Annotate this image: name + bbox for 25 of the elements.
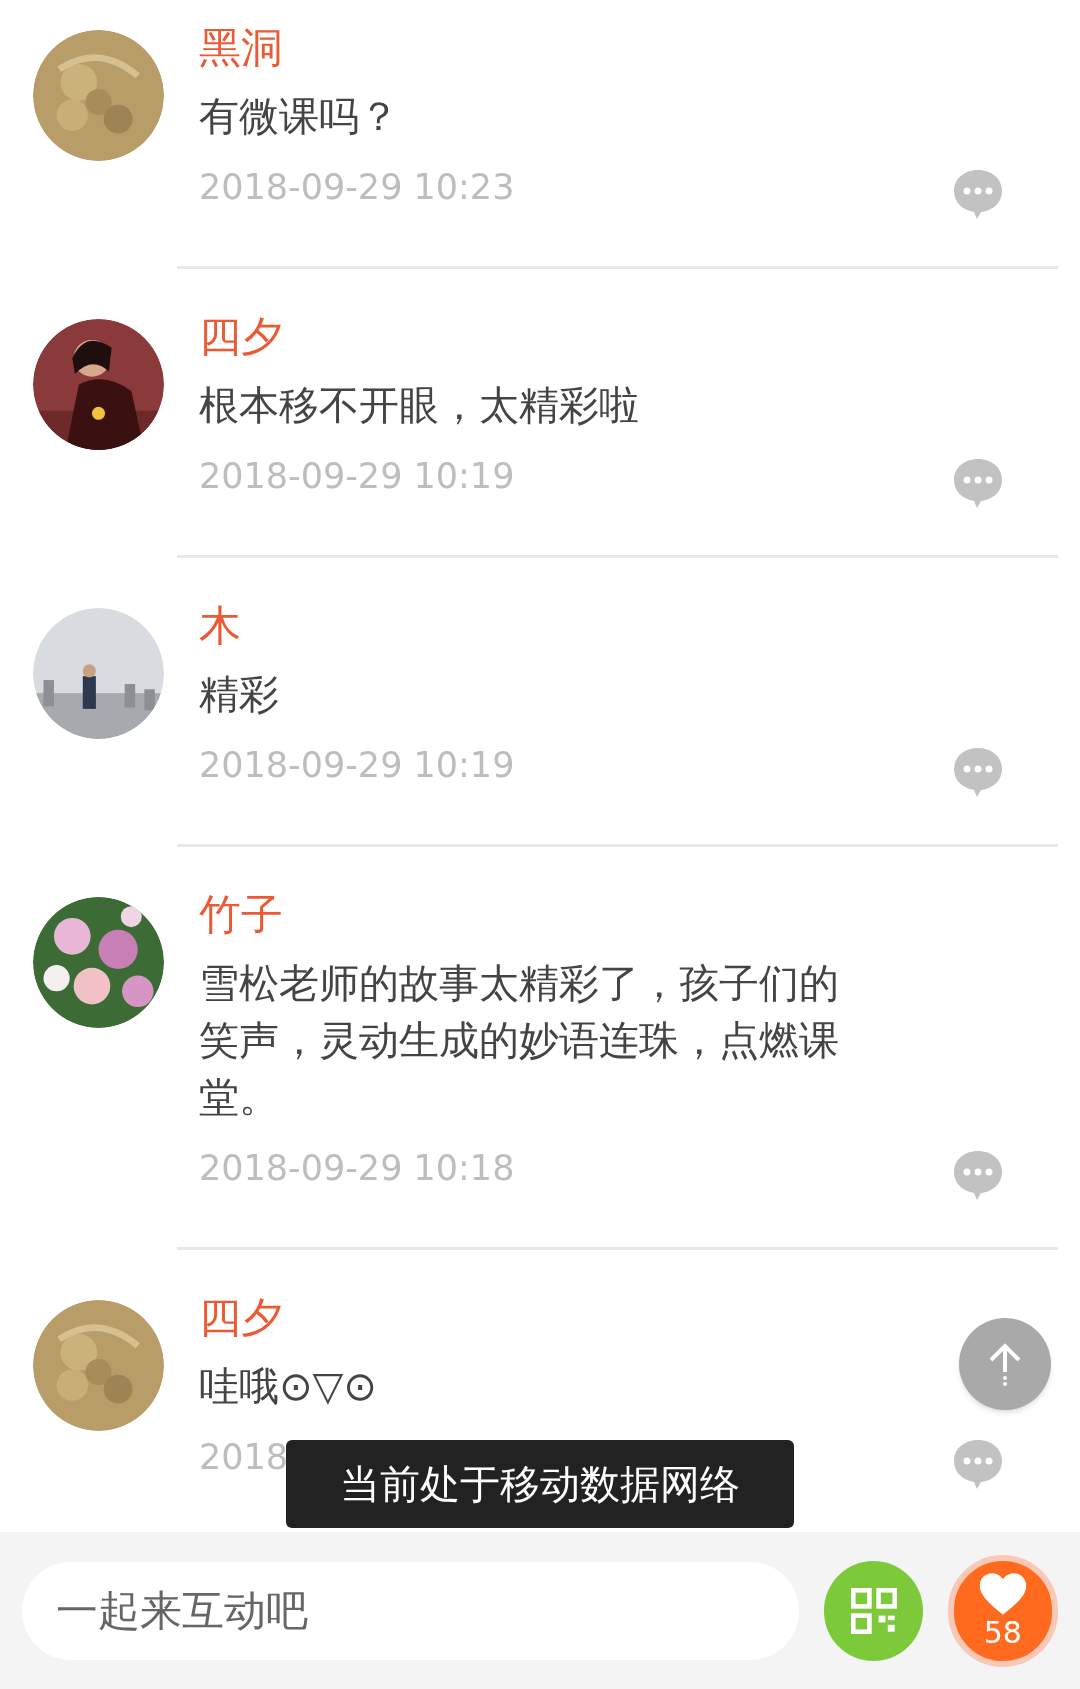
comment-icon[interactable]: [953, 746, 1003, 798]
comment-time: 2018-09-29 10:18: [199, 1147, 515, 1190]
user-name: 黑洞: [199, 22, 283, 74]
comment-text: 精彩: [199, 670, 280, 719]
like-button[interactable]: 58: [947, 1554, 1058, 1667]
heart-icon: [977, 1571, 1028, 1616]
comment-icon[interactable]: [953, 1438, 1003, 1490]
comment-icon[interactable]: [953, 1149, 1003, 1201]
comment-time: 2018: [199, 1436, 289, 1479]
user-name: 四夕: [199, 311, 283, 363]
comment-time: 2018-09-29 10:19: [199, 744, 515, 787]
qr-code-icon: [850, 1587, 897, 1634]
comment-text: 有微课吗？: [199, 92, 400, 141]
comment-time: 2018-09-29 10:19: [199, 455, 515, 498]
user-name: 竹子: [199, 889, 283, 941]
user-name: 木: [199, 600, 241, 652]
comment-input[interactable]: 一起来互动吧: [22, 1561, 800, 1660]
comment-text: 雪松老师的故事太精彩了，孩子们的笑声，灵动生成的妙语连珠，点燃课堂。: [199, 959, 840, 1122]
network-toast: 当前处于移动数据网络: [286, 1440, 794, 1528]
comment-text: 根本移不开眼，太精彩啦: [199, 381, 640, 430]
comment-time: 2018-09-29 10:23: [199, 166, 515, 209]
user-name: 四夕: [199, 1292, 283, 1344]
comment-icon[interactable]: [953, 168, 1003, 220]
comment-text: 哇哦⊙▽⊙: [199, 1362, 378, 1411]
comment-icon[interactable]: [953, 457, 1003, 509]
